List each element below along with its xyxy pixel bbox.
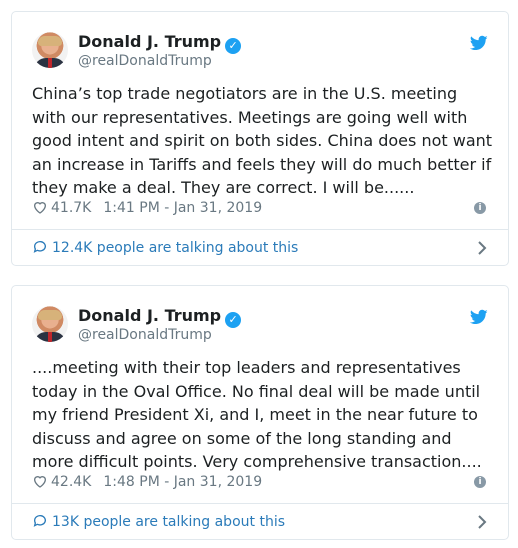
talking-about-link[interactable]: 12.4K people are talking about this [32, 237, 488, 259]
like-count[interactable]: 42.4K [51, 474, 91, 490]
twitter-bird-icon[interactable] [470, 308, 488, 326]
avatar[interactable] [32, 306, 68, 342]
heart-icon[interactable] [32, 199, 48, 215]
chevron-right-icon[interactable] [476, 514, 488, 530]
avatar[interactable] [32, 32, 68, 68]
talking-about-link[interactable]: 13K people are talking about this [32, 511, 488, 533]
tweet-text: ....meeting with their top leaders and r… [32, 358, 482, 471]
tweet-card[interactable]: Donald J. Trump ✓ @realDonaldTrump China’… [11, 11, 509, 266]
like-count[interactable]: 41.7K [51, 200, 91, 216]
tweet-header: Donald J. Trump ✓ @realDonaldTrump [32, 32, 488, 72]
author-name[interactable]: Donald J. Trump [78, 32, 221, 51]
timestamp[interactable]: 1:41 PM - Jan 31, 2019 [103, 200, 262, 216]
chevron-right-icon[interactable] [476, 240, 488, 256]
author-name[interactable]: Donald J. Trump [78, 306, 221, 325]
heart-icon[interactable] [32, 473, 48, 489]
tweet-meta: 41.7K 1:41 PM - Jan 31, 2019 i [32, 198, 488, 218]
talking-about-text[interactable]: 12.4K people are talking about this [52, 240, 298, 256]
info-icon[interactable]: i [474, 202, 486, 214]
talking-about-text[interactable]: 13K people are talking about this [52, 514, 285, 530]
divider [12, 229, 508, 230]
tweet-meta: 42.4K 1:48 PM - Jan 31, 2019 i [32, 472, 488, 492]
twitter-bird-icon[interactable] [470, 34, 488, 52]
divider [12, 503, 508, 504]
chat-bubble-icon [33, 515, 46, 527]
verified-badge-icon: ✓ [225, 312, 242, 328]
tweet-card[interactable]: Donald J. Trump ✓ @realDonaldTrump ....me… [11, 285, 509, 540]
author-handle[interactable]: @realDonaldTrump [78, 52, 212, 70]
verified-badge-icon: ✓ [225, 38, 242, 54]
tweet-text: China’s top trade negotiators are in the… [32, 84, 493, 197]
timestamp[interactable]: 1:48 PM - Jan 31, 2019 [103, 474, 262, 490]
author-name-row[interactable]: Donald J. Trump ✓ [78, 306, 242, 328]
author-handle[interactable]: @realDonaldTrump [78, 326, 212, 344]
tweet-header: Donald J. Trump ✓ @realDonaldTrump [32, 306, 488, 346]
info-icon[interactable]: i [474, 476, 486, 488]
author-name-row[interactable]: Donald J. Trump ✓ [78, 32, 242, 54]
chat-bubble-icon [33, 241, 46, 253]
